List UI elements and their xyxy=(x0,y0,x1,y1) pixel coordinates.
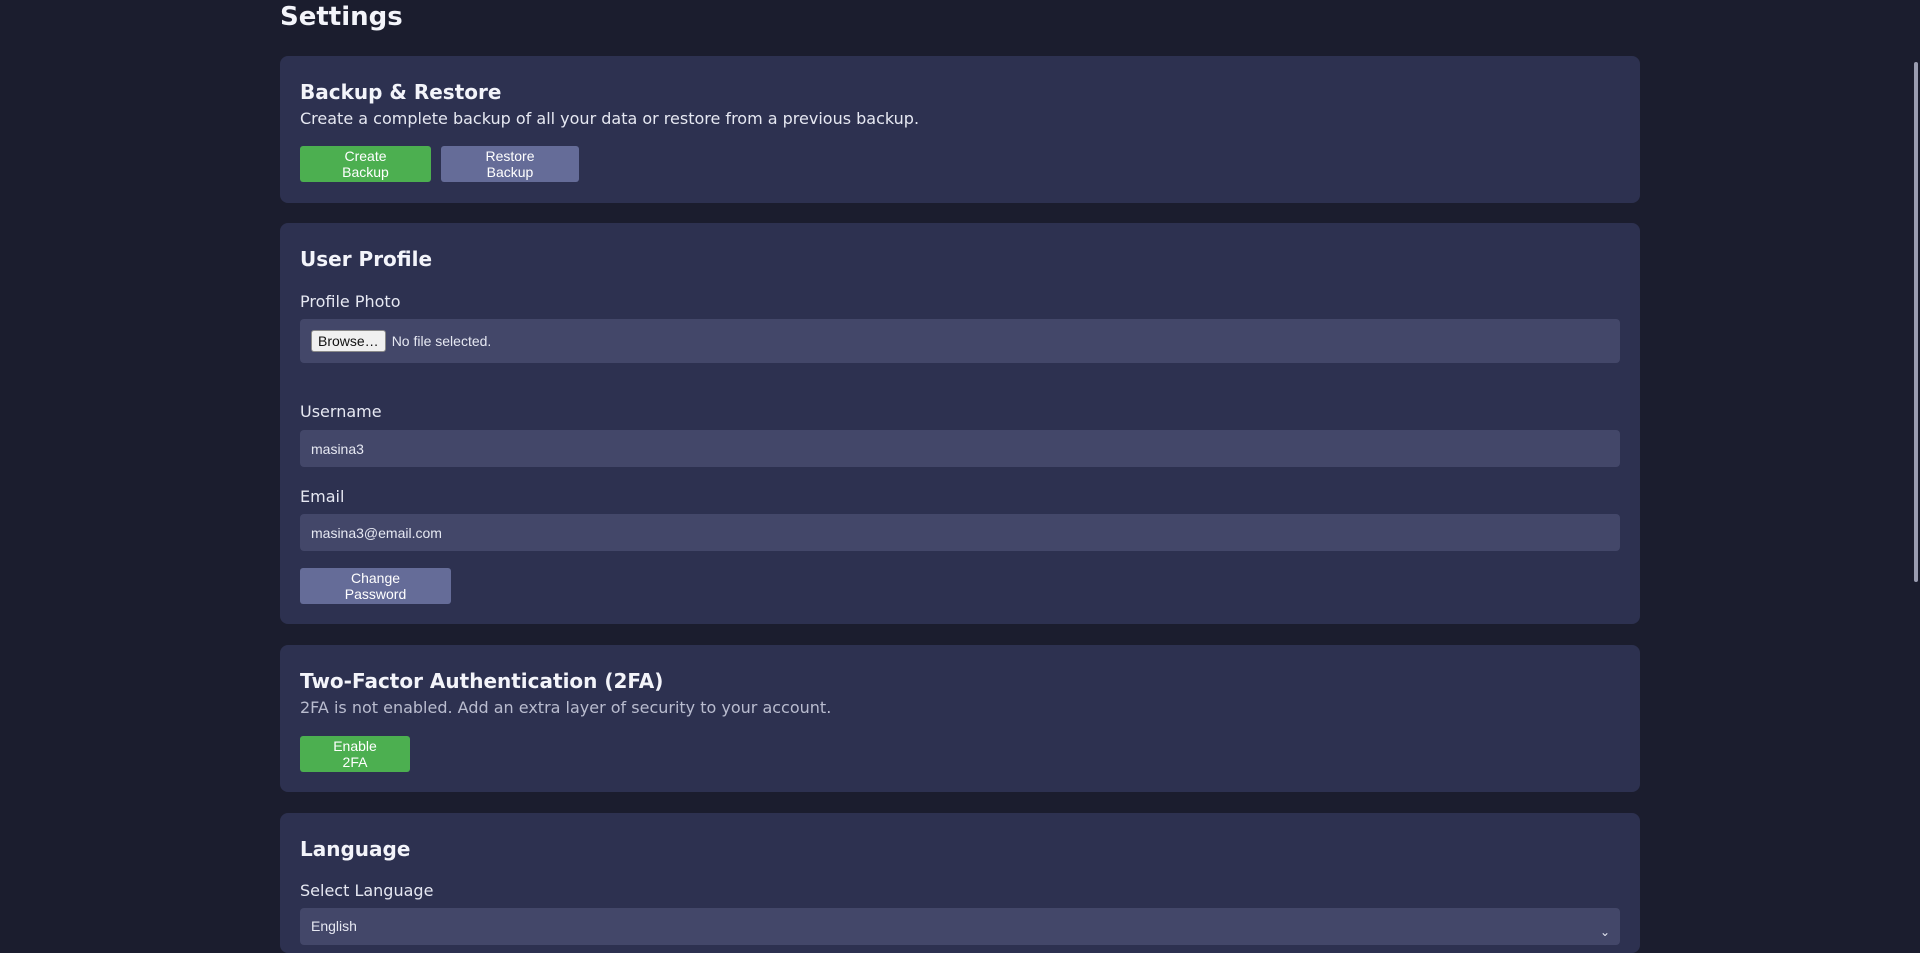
language-title: Language xyxy=(300,837,411,861)
two-factor-title: Two-Factor Authentication (2FA) xyxy=(300,669,664,693)
language-selected-value: English xyxy=(311,918,357,934)
two-factor-status-description: 2FA is not enabled. Add an extra layer o… xyxy=(300,698,832,717)
username-input[interactable] xyxy=(300,430,1620,467)
restore-backup-button[interactable]: Restore Backup xyxy=(441,146,579,182)
enable-2fa-button[interactable]: Enable 2FA xyxy=(300,736,410,772)
backup-restore-title: Backup & Restore xyxy=(300,80,502,104)
browse-button[interactable]: Browse… xyxy=(311,330,386,352)
profile-photo-label: Profile Photo xyxy=(300,292,401,311)
username-label: Username xyxy=(300,402,382,421)
user-profile-title: User Profile xyxy=(300,247,433,271)
language-card: Language Select Language English ⌄ xyxy=(280,813,1640,953)
scrollbar-thumb[interactable] xyxy=(1914,62,1918,582)
chevron-down-icon: ⌄ xyxy=(1599,925,1610,939)
profile-photo-file-input[interactable]: Browse… No file selected. xyxy=(300,319,1620,363)
backup-restore-card: Backup & Restore Create a complete backu… xyxy=(280,56,1640,203)
create-backup-button[interactable]: Create Backup xyxy=(300,146,431,182)
select-language-label: Select Language xyxy=(300,881,434,900)
settings-page: Settings Backup & Restore Create a compl… xyxy=(280,0,1640,953)
file-status-text: No file selected. xyxy=(391,333,492,349)
two-factor-card: Two-Factor Authentication (2FA) 2FA is n… xyxy=(280,645,1640,792)
backup-restore-description: Create a complete backup of all your dat… xyxy=(300,109,920,128)
email-field[interactable] xyxy=(300,514,1620,551)
page-title: Settings xyxy=(280,2,403,32)
change-password-button[interactable]: Change Password xyxy=(300,568,451,604)
user-profile-card: User Profile Profile Photo Browse… No fi… xyxy=(280,223,1640,624)
email-label: Email xyxy=(300,487,345,506)
page-scrollbar[interactable] xyxy=(1912,0,1920,927)
